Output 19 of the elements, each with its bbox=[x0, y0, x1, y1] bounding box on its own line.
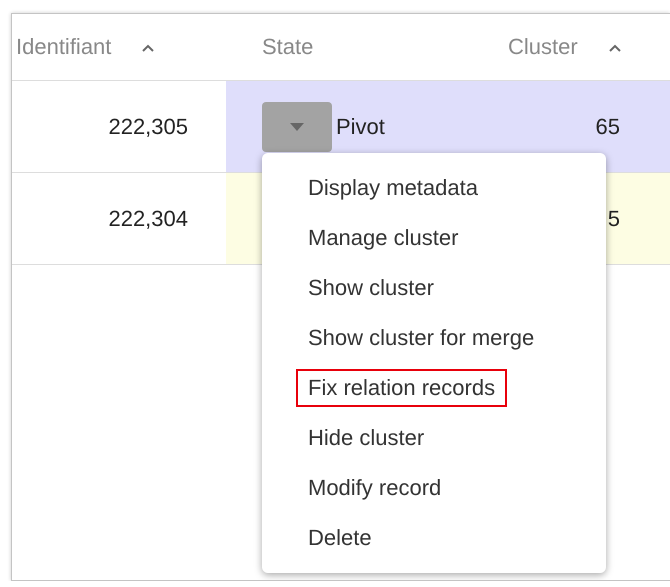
table-cell: Pivot bbox=[336, 114, 385, 140]
table-cell: 5 bbox=[608, 206, 620, 232]
table-cell: 222,304 bbox=[108, 206, 188, 232]
menu-item[interactable]: Hide cluster bbox=[296, 419, 436, 457]
caret-icon bbox=[290, 122, 304, 130]
menu-item[interactable]: Fix relation records bbox=[296, 369, 508, 407]
column-header[interactable]: Identifiant bbox=[16, 34, 112, 60]
table-cell: 65 bbox=[596, 114, 620, 140]
menu-item[interactable]: Show cluster bbox=[296, 269, 446, 307]
menu-item[interactable]: Display metadata bbox=[296, 169, 490, 207]
table-cell: 222,305 bbox=[108, 114, 188, 140]
sort-icon[interactable] bbox=[141, 42, 156, 52]
menu-item[interactable]: Manage cluster bbox=[296, 219, 470, 257]
sort-icon[interactable] bbox=[608, 42, 622, 52]
menu-item[interactable]: Delete bbox=[296, 519, 384, 557]
column-header[interactable]: State bbox=[262, 34, 314, 60]
column-header[interactable]: Cluster bbox=[508, 34, 578, 60]
menu-item[interactable]: Modify record bbox=[296, 469, 454, 507]
menu-item[interactable]: Show cluster for merge bbox=[296, 319, 546, 357]
